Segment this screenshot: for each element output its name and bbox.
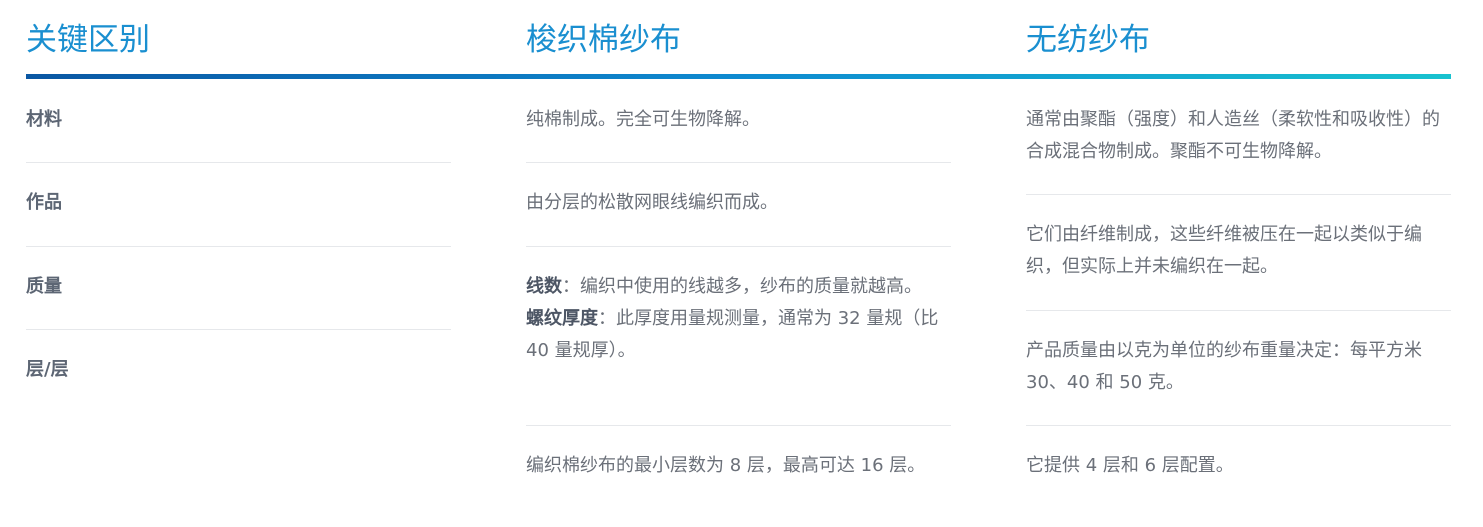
row-divider bbox=[526, 162, 951, 163]
nonwoven-quality-cell: 产品质量由以克为单位的纱布重量决定：每平方米 30、40 和 50 克。 bbox=[1026, 340, 1422, 393]
nonwoven-construction-cell: 它们由纤维制成，这些纤维被压在一起以类似于编织，但实际上并未编织在一起。 bbox=[1026, 224, 1422, 277]
row-label-material: 材料 bbox=[26, 109, 62, 130]
woven-construction-cell: 由分层的松散网眼线编织而成。 bbox=[526, 192, 778, 213]
row-label-construction: 作品 bbox=[26, 192, 62, 213]
woven-material-cell: 纯棉制成。完全可生物降解。 bbox=[526, 109, 760, 130]
header-divider bbox=[26, 74, 1451, 79]
comparison-table: 关键区别 材料 作品 质量 层/层 梭织棉纱布 纯棉制成。完全可生物降解。 由分… bbox=[0, 0, 1483, 527]
row-divider bbox=[26, 329, 451, 330]
column-header: 无纺纱布 bbox=[1026, 22, 1150, 58]
thread-thickness-term: 螺纹厚度 bbox=[526, 308, 598, 329]
row-divider bbox=[526, 246, 951, 247]
thread-count-paragraph: 线数：编织中使用的线越多，纱布的质量就越高。 bbox=[526, 271, 951, 303]
column-header: 关键区别 bbox=[26, 22, 150, 58]
row-divider bbox=[1026, 194, 1451, 195]
row-divider bbox=[1026, 425, 1451, 426]
row-divider bbox=[26, 162, 451, 163]
woven-quality-cell: 线数：编织中使用的线越多，纱布的质量就越高。 螺纹厚度：此厚度用量规测量，通常为… bbox=[526, 271, 951, 367]
row-divider bbox=[1026, 310, 1451, 311]
column-header: 梭织棉纱布 bbox=[526, 22, 681, 58]
row-label-quality: 质量 bbox=[26, 276, 62, 297]
nonwoven-ply-cell: 它提供 4 层和 6 层配置。 bbox=[1026, 455, 1234, 476]
thread-count-text: ：编织中使用的线越多，纱布的质量就越高。 bbox=[562, 276, 922, 297]
row-divider bbox=[526, 425, 951, 426]
nonwoven-material-cell: 通常由聚酯（强度）和人造丝（柔软性和吸收性）的合成混合物制成。聚酯不可生物降解。 bbox=[1026, 109, 1440, 162]
row-divider bbox=[26, 246, 451, 247]
thread-thickness-paragraph: 螺纹厚度：此厚度用量规测量，通常为 32 量规（比 40 量规厚）。 bbox=[526, 303, 951, 367]
woven-ply-cell: 编织棉纱布的最小层数为 8 层，最高可达 16 层。 bbox=[526, 455, 926, 476]
row-label-ply: 层/层 bbox=[26, 359, 69, 380]
thread-count-term: 线数 bbox=[526, 276, 562, 297]
